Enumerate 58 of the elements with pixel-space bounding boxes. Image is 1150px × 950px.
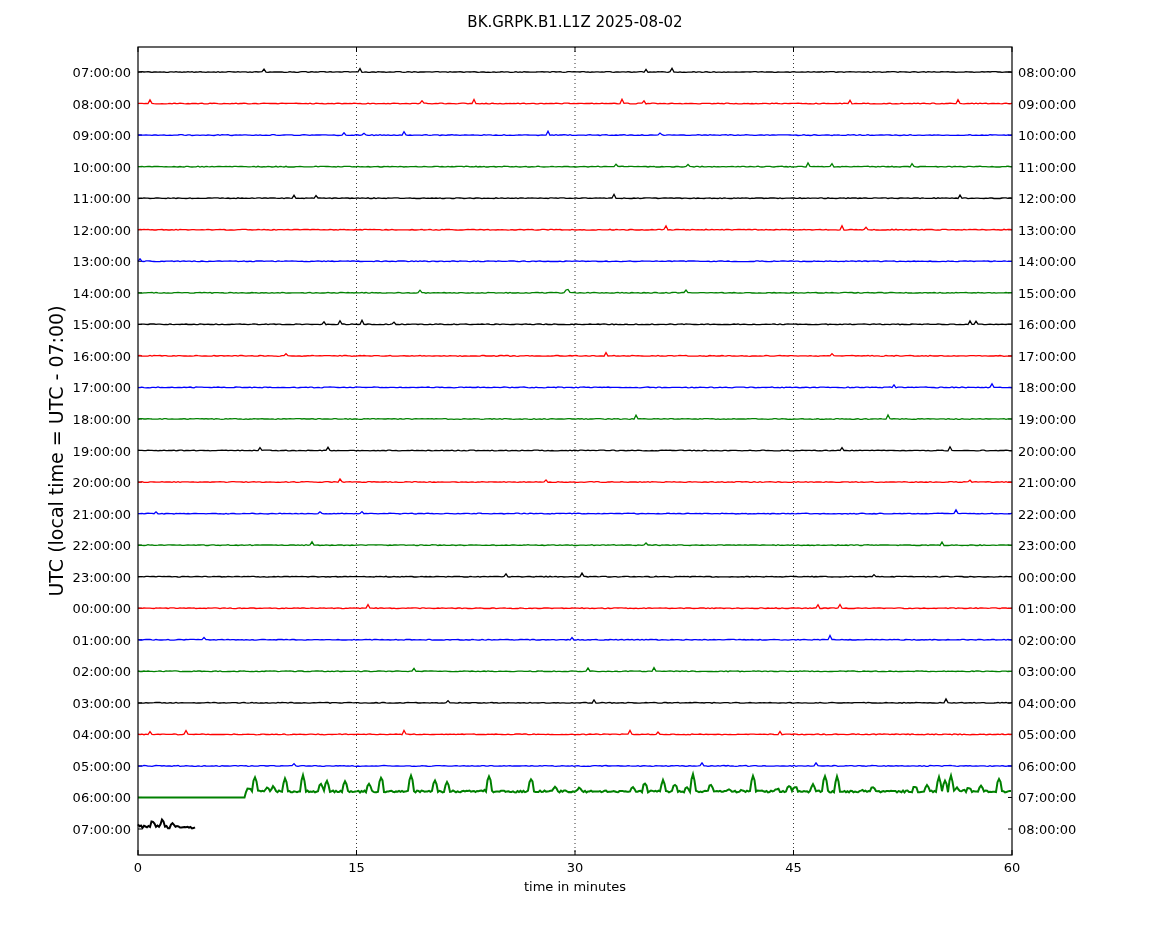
chart-title: BK.GRPK.B1.L1Z 2025-08-02 <box>467 13 683 31</box>
tick-label: 00:00:00 <box>1018 569 1077 585</box>
tick-label: 11:00:00 <box>72 191 131 207</box>
tick-label: 22:00:00 <box>1018 506 1077 522</box>
tick-label: 20:00:00 <box>72 475 131 491</box>
tick-label: 09:00:00 <box>1018 96 1077 112</box>
tick-label: 15 <box>348 860 365 875</box>
tick-label: 04:00:00 <box>1018 695 1077 711</box>
tick-label: 17:00:00 <box>1018 348 1077 364</box>
tick-label: 22:00:00 <box>72 538 131 554</box>
tick-label: 19:00:00 <box>72 443 131 459</box>
tick-label: 12:00:00 <box>72 222 131 238</box>
tick-label: 05:00:00 <box>72 758 131 774</box>
tick-label: 0 <box>133 860 143 875</box>
tick-label: 02:00:00 <box>1018 632 1077 648</box>
tick-label: 13:00:00 <box>1018 222 1077 238</box>
tick-label: 45 <box>785 860 802 875</box>
tick-label: 01:00:00 <box>1018 601 1077 617</box>
tick-label: 09:00:00 <box>72 128 131 144</box>
tick-label: 10:00:00 <box>1018 128 1077 144</box>
tick-label: 21:00:00 <box>72 506 131 522</box>
tick-label: 13:00:00 <box>72 254 131 270</box>
tick-label: 18:00:00 <box>72 411 131 427</box>
tick-label: 08:00:00 <box>1018 65 1077 80</box>
tick-label: 15:00:00 <box>1018 285 1077 301</box>
tick-label: 11:00:00 <box>1018 159 1077 175</box>
tick-label: 18:00:00 <box>1018 380 1077 396</box>
tick-label: 19:00:00 <box>1018 411 1077 427</box>
tick-label: 05:00:00 <box>1018 727 1077 743</box>
tick-label: 01:00:00 <box>72 632 131 648</box>
tick-label: 15:00:00 <box>72 317 131 333</box>
tick-label: 21:00:00 <box>1018 475 1077 491</box>
tick-label: 03:00:00 <box>1018 664 1077 680</box>
tick-label: 16:00:00 <box>1018 317 1077 333</box>
tick-label: 00:00:00 <box>72 601 131 617</box>
tick-label: 14:00:00 <box>1018 254 1077 270</box>
tick-label: 07:00:00 <box>72 822 131 837</box>
tick-label: 03:00:00 <box>72 695 131 711</box>
tick-label: 23:00:00 <box>1018 538 1077 554</box>
tick-label: 14:00:00 <box>72 285 131 301</box>
tick-label: 02:00:00 <box>72 664 131 680</box>
tick-label: 07:00:00 <box>72 65 131 80</box>
tick-label: 12:00:00 <box>1018 191 1077 207</box>
x-axis-title: time in minutes <box>523 879 627 894</box>
tick-label: 06:00:00 <box>1018 758 1077 774</box>
tick-label: 60 <box>1003 860 1021 875</box>
y-axis-title: UTC (local time = UTC - 07:00) <box>45 305 67 597</box>
tick-label: 30 <box>566 860 584 875</box>
tick-label: 08:00:00 <box>72 96 131 112</box>
tick-label: 07:00:00 <box>1018 790 1077 806</box>
tick-label: 10:00:00 <box>72 159 131 175</box>
tick-label: 16:00:00 <box>72 348 131 364</box>
tick-label: 04:00:00 <box>72 727 131 743</box>
tick-label: 08:00:00 <box>1018 822 1077 837</box>
tick-label: 20:00:00 <box>1018 443 1077 459</box>
tick-label: 06:00:00 <box>72 790 131 806</box>
tick-label: 17:00:00 <box>72 380 131 396</box>
tick-label: 23:00:00 <box>72 569 131 585</box>
